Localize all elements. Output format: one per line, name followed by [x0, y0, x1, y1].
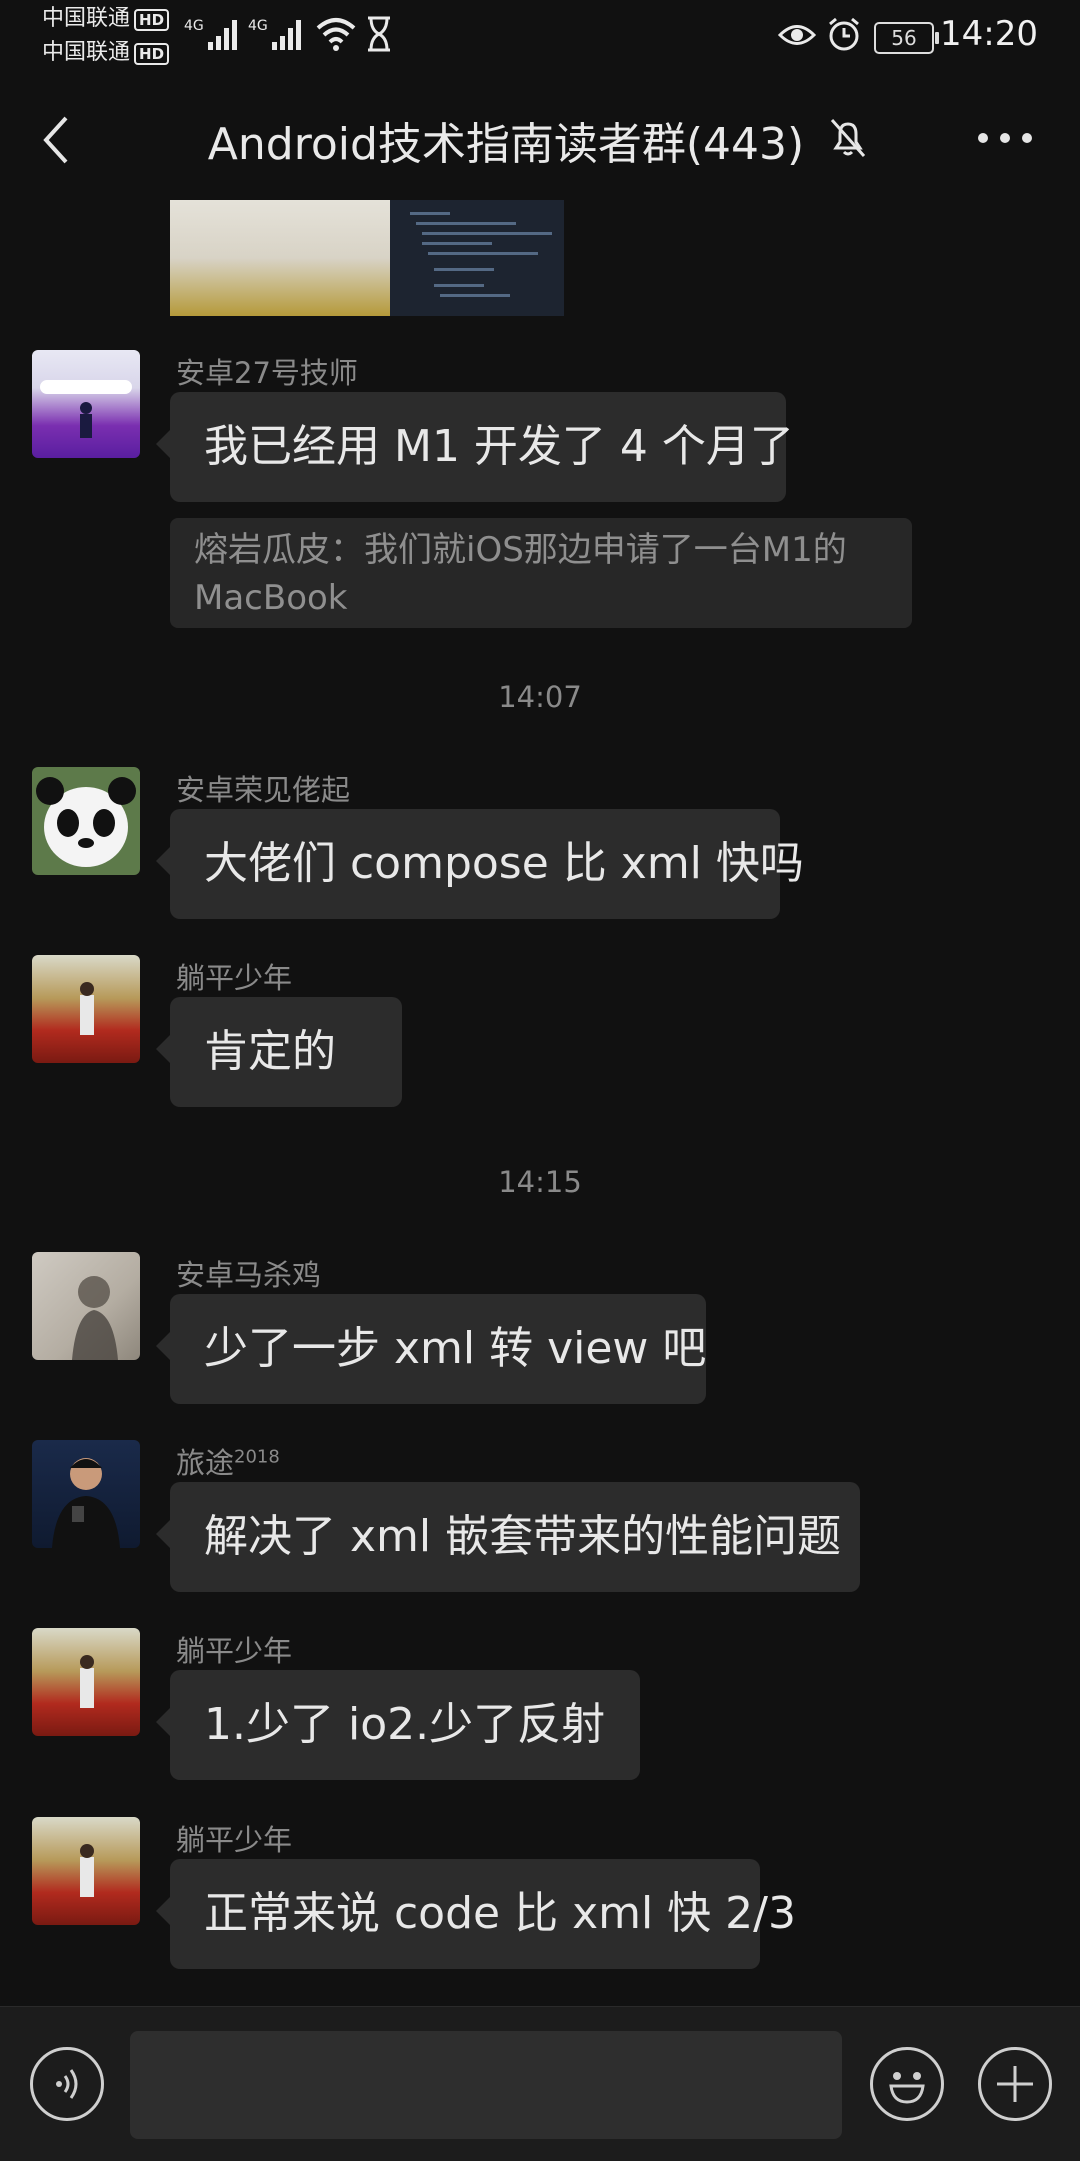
avatar-image [52, 1458, 120, 1548]
sender-name: 躺平少年 [176, 1634, 293, 1668]
carrier-1: 中国联通 HD [42, 6, 170, 32]
avatar[interactable] [32, 955, 140, 1063]
sender-name: 安卓27号技师 [176, 356, 358, 390]
clock: 14:20 [940, 14, 1038, 54]
emoji-icon[interactable] [870, 2047, 944, 2121]
sender-name: 躺平少年 [176, 961, 293, 995]
message-bubble[interactable]: 正常来说 code 比 xml 快 2/3 [156, 1859, 796, 1969]
signal-icon: 4G [184, 18, 237, 50]
avatar-image [72, 1276, 118, 1360]
chat-messages[interactable]: 安卓27号技师 我已经用 M1 开发了 4 个月了 熔岩瓜皮：我们就iOS那边申… [0, 200, 1080, 2000]
message-bubble[interactable]: 解决了 xml 嵌套带来的性能问题 [156, 1482, 860, 1592]
avatar[interactable] [32, 1628, 140, 1736]
svg-text:4G: 4G [248, 18, 268, 34]
panda-avatar [36, 777, 136, 867]
wifi-icon [316, 18, 356, 51]
hourglass-icon [368, 16, 390, 52]
battery-indicator: 56 [874, 22, 939, 54]
sender-name: 安卓马杀鸡 [176, 1258, 322, 1292]
chat-header: Android技术指南读者群(443) [0, 70, 1080, 205]
timestamp: 14:15 [498, 1165, 582, 1199]
message-bubble[interactable]: 少了一步 xml 转 view 吧 [156, 1294, 706, 1404]
avatar[interactable] [32, 767, 140, 875]
avatar-image [40, 380, 132, 438]
timestamp: 14:07 [498, 680, 582, 714]
carrier-2: 中国联通 HD [42, 40, 170, 66]
status-bar: 中国联通 HD 中国联通 HD 4G 4G 56 14:20 [0, 0, 1080, 70]
svg-text:4G: 4G [184, 18, 204, 34]
message-input[interactable] [130, 2031, 842, 2139]
message-bubble[interactable]: 肯定的 [156, 997, 402, 1107]
photo-code-screen [390, 200, 564, 316]
sender-name: 躺平少年 [176, 1823, 293, 1857]
bell-off-icon [830, 119, 866, 157]
input-bar [0, 2006, 1080, 2161]
voice-icon[interactable] [30, 2047, 104, 2121]
eye-icon [778, 25, 816, 45]
more-dots-icon[interactable] [975, 122, 1035, 154]
image-message[interactable] [170, 200, 564, 316]
sender-name: 旅途2018 [176, 1446, 280, 1480]
message-bubble[interactable]: 1.少了 io2.少了反射 [156, 1670, 640, 1780]
message-bubble[interactable]: 我已经用 M1 开发了 4 个月了 [156, 392, 794, 502]
alarm-icon [829, 17, 859, 51]
sender-name: 安卓荣见佬起 [176, 773, 351, 807]
photo-person [170, 200, 390, 316]
quoted-message[interactable]: 熔岩瓜皮：我们就iOS那边申请了一台M1的MacBook [170, 518, 912, 628]
avatar[interactable] [32, 1817, 140, 1925]
avatar[interactable] [32, 1440, 140, 1548]
avatar[interactable] [32, 1252, 140, 1360]
avatar[interactable] [32, 350, 140, 458]
avatar-image [80, 1844, 94, 1897]
avatar-image [80, 982, 94, 1035]
avatar-image [80, 1655, 94, 1708]
plus-icon[interactable] [978, 2047, 1052, 2121]
message-bubble[interactable]: 大佬们 compose 比 xml 快吗 [156, 809, 804, 919]
signal-icon-2: 4G [248, 18, 301, 50]
